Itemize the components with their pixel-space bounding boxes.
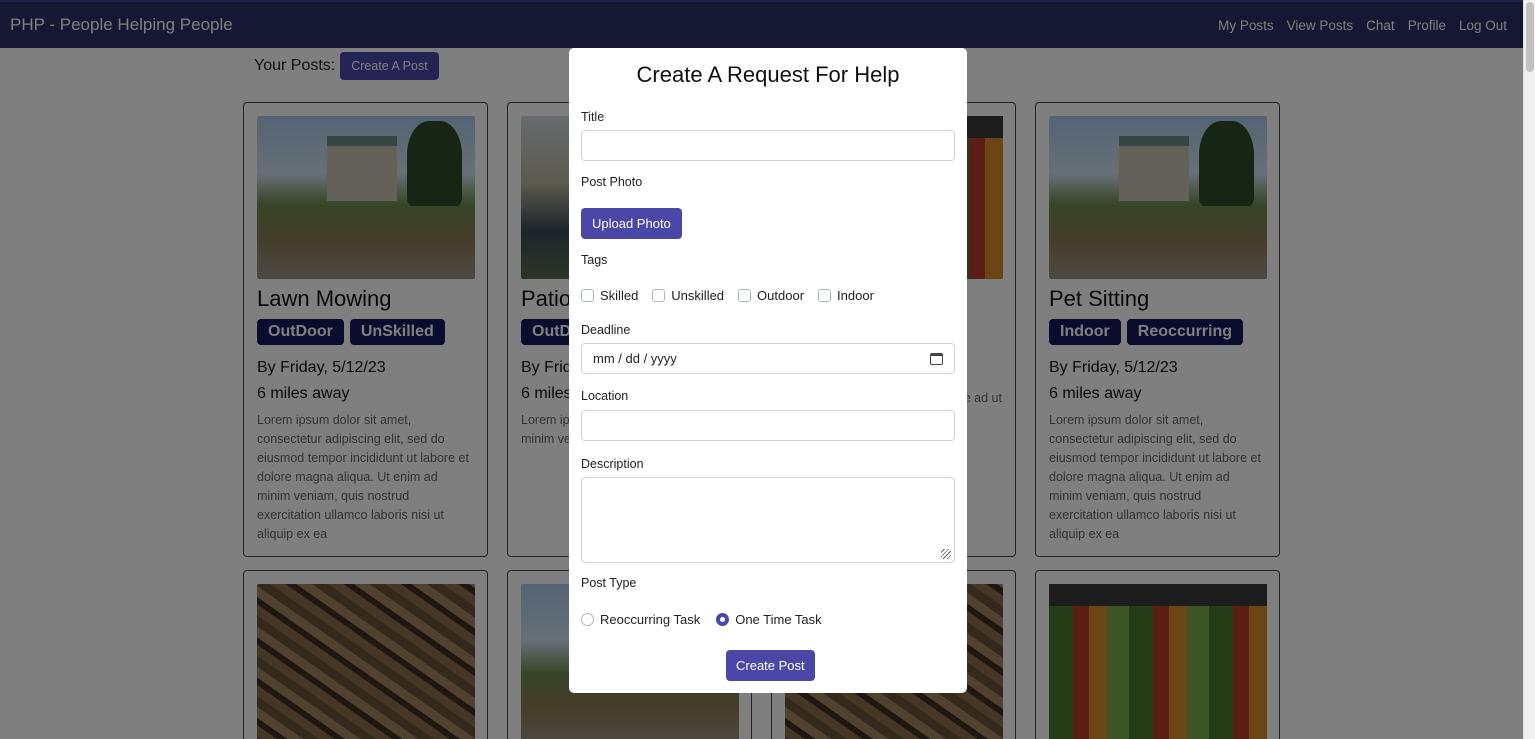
location-input[interactable]: [581, 410, 955, 441]
tags-checkbox-group: Skilled Unskilled Outdoor Indoor: [581, 288, 874, 303]
post-type-radio-group: Reoccurring Task One Time Task: [581, 612, 822, 627]
checkbox-label: Skilled: [600, 288, 639, 303]
title-input[interactable]: [581, 130, 955, 161]
checkbox-label: Unskilled: [671, 288, 725, 303]
description-label: Description: [581, 457, 644, 471]
radio-button-selected[interactable]: [716, 613, 730, 626]
modal-title: Create A Request For Help: [636, 62, 900, 87]
scrollbar-thumb[interactable]: [1526, 2, 1534, 72]
checkbox[interactable]: [652, 289, 666, 302]
deadline-date-input[interactable]: mm / dd / yyyy: [581, 343, 955, 374]
radio-label: One Time Task: [735, 612, 822, 627]
create-request-modal: Create A Request For Help Title Post Pho…: [569, 48, 967, 693]
upload-photo-button[interactable]: Upload Photo: [581, 208, 682, 239]
checkbox-label: Outdoor: [757, 288, 805, 303]
post-type-label: Post Type: [581, 576, 637, 590]
post-type-one-time[interactable]: One Time Task: [716, 612, 822, 627]
resize-handle-icon[interactable]: [941, 549, 951, 559]
post-photo-label: Post Photo: [581, 175, 643, 189]
checkbox[interactable]: [738, 289, 752, 302]
deadline-label: Deadline: [581, 323, 631, 337]
tag-option-outdoor[interactable]: Outdoor: [738, 288, 804, 303]
checkbox[interactable]: [818, 289, 832, 302]
checkbox[interactable]: [581, 289, 594, 302]
tags-label: Tags: [581, 253, 608, 267]
post-type-reoccurring[interactable]: Reoccurring Task: [581, 612, 700, 627]
page-scrollbar[interactable]: [1523, 0, 1535, 739]
tag-option-indoor[interactable]: Indoor: [818, 288, 874, 303]
tag-option-unskilled[interactable]: Unskilled: [652, 288, 724, 303]
tag-option-skilled[interactable]: Skilled: [581, 288, 638, 303]
title-label: Title: [581, 110, 605, 124]
create-post-button[interactable]: Create Post: [726, 650, 815, 681]
description-textarea[interactable]: [581, 477, 955, 563]
date-placeholder: mm / dd / yyyy: [593, 351, 677, 366]
radio-button[interactable]: [581, 613, 594, 626]
radio-label: Reoccurring Task: [600, 612, 701, 627]
calendar-icon[interactable]: [930, 352, 943, 365]
location-label: Location: [581, 389, 629, 403]
checkbox-label: Indoor: [837, 288, 874, 303]
